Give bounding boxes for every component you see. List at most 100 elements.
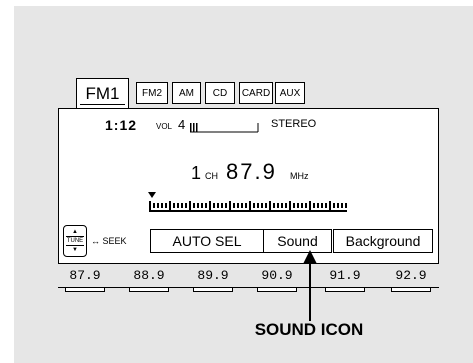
scale-tick bbox=[225, 203, 227, 208]
sound-button[interactable]: Sound bbox=[264, 229, 332, 253]
scale-tick bbox=[345, 203, 347, 208]
preset-5-label: 91.9 bbox=[329, 268, 361, 283]
scale-tick bbox=[233, 203, 235, 208]
scale-tick bbox=[273, 203, 275, 208]
clock: 1:12 bbox=[105, 117, 138, 133]
tab-fm1-label: FM1 bbox=[85, 83, 120, 103]
scale-tick bbox=[217, 203, 219, 208]
preset-5-indicator bbox=[325, 287, 365, 292]
tab-aux[interactable]: AUX bbox=[275, 82, 305, 104]
auto-sel-label: AUTO SEL bbox=[172, 233, 242, 249]
scale-tick bbox=[301, 203, 303, 208]
callout-arrow-icon bbox=[303, 250, 317, 264]
preset-6[interactable]: 92.9 bbox=[384, 268, 438, 292]
tuning-pointer-icon bbox=[148, 192, 156, 198]
scale-tick bbox=[261, 203, 263, 208]
scale-tick bbox=[309, 201, 311, 210]
preset-1-indicator bbox=[65, 287, 105, 292]
radio-display: 1:12 VOL 4 STEREO 1 CH 87.9 MHz ▲ TUNE ▼… bbox=[58, 108, 439, 264]
scale-tick bbox=[305, 203, 307, 208]
tab-fm2[interactable]: FM2 bbox=[136, 82, 168, 104]
scale-tick bbox=[277, 203, 279, 208]
scale-tick bbox=[285, 203, 287, 208]
scale-ticks bbox=[149, 201, 347, 212]
stereo-indicator: STEREO bbox=[271, 118, 317, 130]
scale-tick bbox=[341, 203, 343, 208]
preset-5[interactable]: 91.9 bbox=[318, 268, 372, 292]
scale-tick bbox=[337, 203, 339, 208]
scale-tick bbox=[169, 201, 171, 210]
tab-fm2-label: FM2 bbox=[142, 87, 162, 99]
scale-tick bbox=[297, 203, 299, 208]
tune-down-icon[interactable]: ▼ bbox=[64, 246, 86, 254]
scale-tick bbox=[237, 203, 239, 208]
tab-card[interactable]: CARD bbox=[239, 82, 273, 104]
tuning-scale bbox=[148, 192, 347, 212]
preset-3-label: 89.9 bbox=[197, 268, 229, 283]
scale-tick bbox=[173, 203, 175, 208]
auto-sel-button[interactable]: AUTO SEL bbox=[150, 229, 264, 253]
channel-number: 1 bbox=[191, 163, 202, 183]
channel-label: CH bbox=[205, 171, 218, 181]
scale-tick bbox=[269, 201, 271, 210]
scale-tick bbox=[317, 203, 319, 208]
preset-2[interactable]: 88.9 bbox=[122, 268, 176, 292]
preset-3-indicator bbox=[193, 287, 233, 292]
background-button[interactable]: Background bbox=[333, 229, 433, 253]
volume-meter bbox=[190, 123, 259, 133]
preset-1-label: 87.9 bbox=[69, 268, 101, 283]
preset-1[interactable]: 87.9 bbox=[58, 268, 112, 292]
scale-tick bbox=[329, 201, 331, 210]
scale-tick bbox=[209, 201, 211, 210]
scale-tick bbox=[161, 203, 163, 208]
tune-button[interactable]: ▲ TUNE ▼ bbox=[63, 225, 87, 257]
scale-tick bbox=[157, 203, 159, 208]
scale-tick bbox=[229, 201, 231, 210]
scale-tick bbox=[313, 203, 315, 208]
callout-label: SOUND ICON bbox=[254, 320, 364, 339]
scale-tick bbox=[205, 203, 207, 208]
scale-tick bbox=[241, 203, 243, 208]
scale-tick bbox=[165, 203, 167, 208]
control-row: ▲ TUNE ▼ ↔ SEEK AUTO SEL Sound Backgroun… bbox=[59, 225, 438, 257]
tab-am-label: AM bbox=[179, 87, 194, 99]
volume-value: 4 bbox=[178, 117, 186, 132]
tab-cd-label: CD bbox=[212, 87, 228, 99]
scale-tick bbox=[257, 203, 259, 208]
scale-tick bbox=[221, 203, 223, 208]
scale-tick bbox=[189, 201, 191, 210]
preset-2-indicator bbox=[129, 287, 169, 292]
preset-3[interactable]: 89.9 bbox=[186, 268, 240, 292]
tab-fm1[interactable]: FM1 bbox=[76, 78, 129, 108]
tab-aux-label: AUX bbox=[279, 87, 301, 99]
tab-card-label: CARD bbox=[241, 87, 271, 99]
scale-tick bbox=[249, 201, 251, 210]
preset-row: 87.9 88.9 89.9 90.9 91.9 92.9 bbox=[58, 268, 439, 300]
scale-tick bbox=[333, 203, 335, 208]
scale-tick bbox=[149, 201, 151, 210]
scale-tick bbox=[253, 203, 255, 208]
scale-tick bbox=[181, 203, 183, 208]
scale-tick bbox=[201, 203, 203, 208]
scale-tick bbox=[265, 203, 267, 208]
scale-tick bbox=[185, 203, 187, 208]
tab-cd[interactable]: CD bbox=[205, 82, 235, 104]
preset-4[interactable]: 90.9 bbox=[250, 268, 304, 292]
frequency-unit: MHz bbox=[290, 171, 309, 181]
tune-up-icon[interactable]: ▲ bbox=[64, 228, 86, 236]
scale-tick bbox=[197, 203, 199, 208]
scale-tick bbox=[289, 201, 291, 210]
volume-label: VOL bbox=[156, 122, 173, 131]
scale-tick bbox=[193, 203, 195, 208]
frequency-value: 87.9 bbox=[226, 159, 277, 184]
preset-4-indicator bbox=[257, 287, 297, 292]
preset-6-indicator bbox=[391, 287, 431, 292]
scale-tick bbox=[245, 203, 247, 208]
scale-tick bbox=[213, 203, 215, 208]
scale-tick bbox=[321, 203, 323, 208]
callout-line bbox=[309, 254, 311, 321]
preset-2-label: 88.9 bbox=[133, 268, 165, 283]
scale-tick bbox=[153, 203, 155, 208]
tab-am[interactable]: AM bbox=[172, 82, 201, 104]
scale-baseline bbox=[149, 210, 347, 212]
